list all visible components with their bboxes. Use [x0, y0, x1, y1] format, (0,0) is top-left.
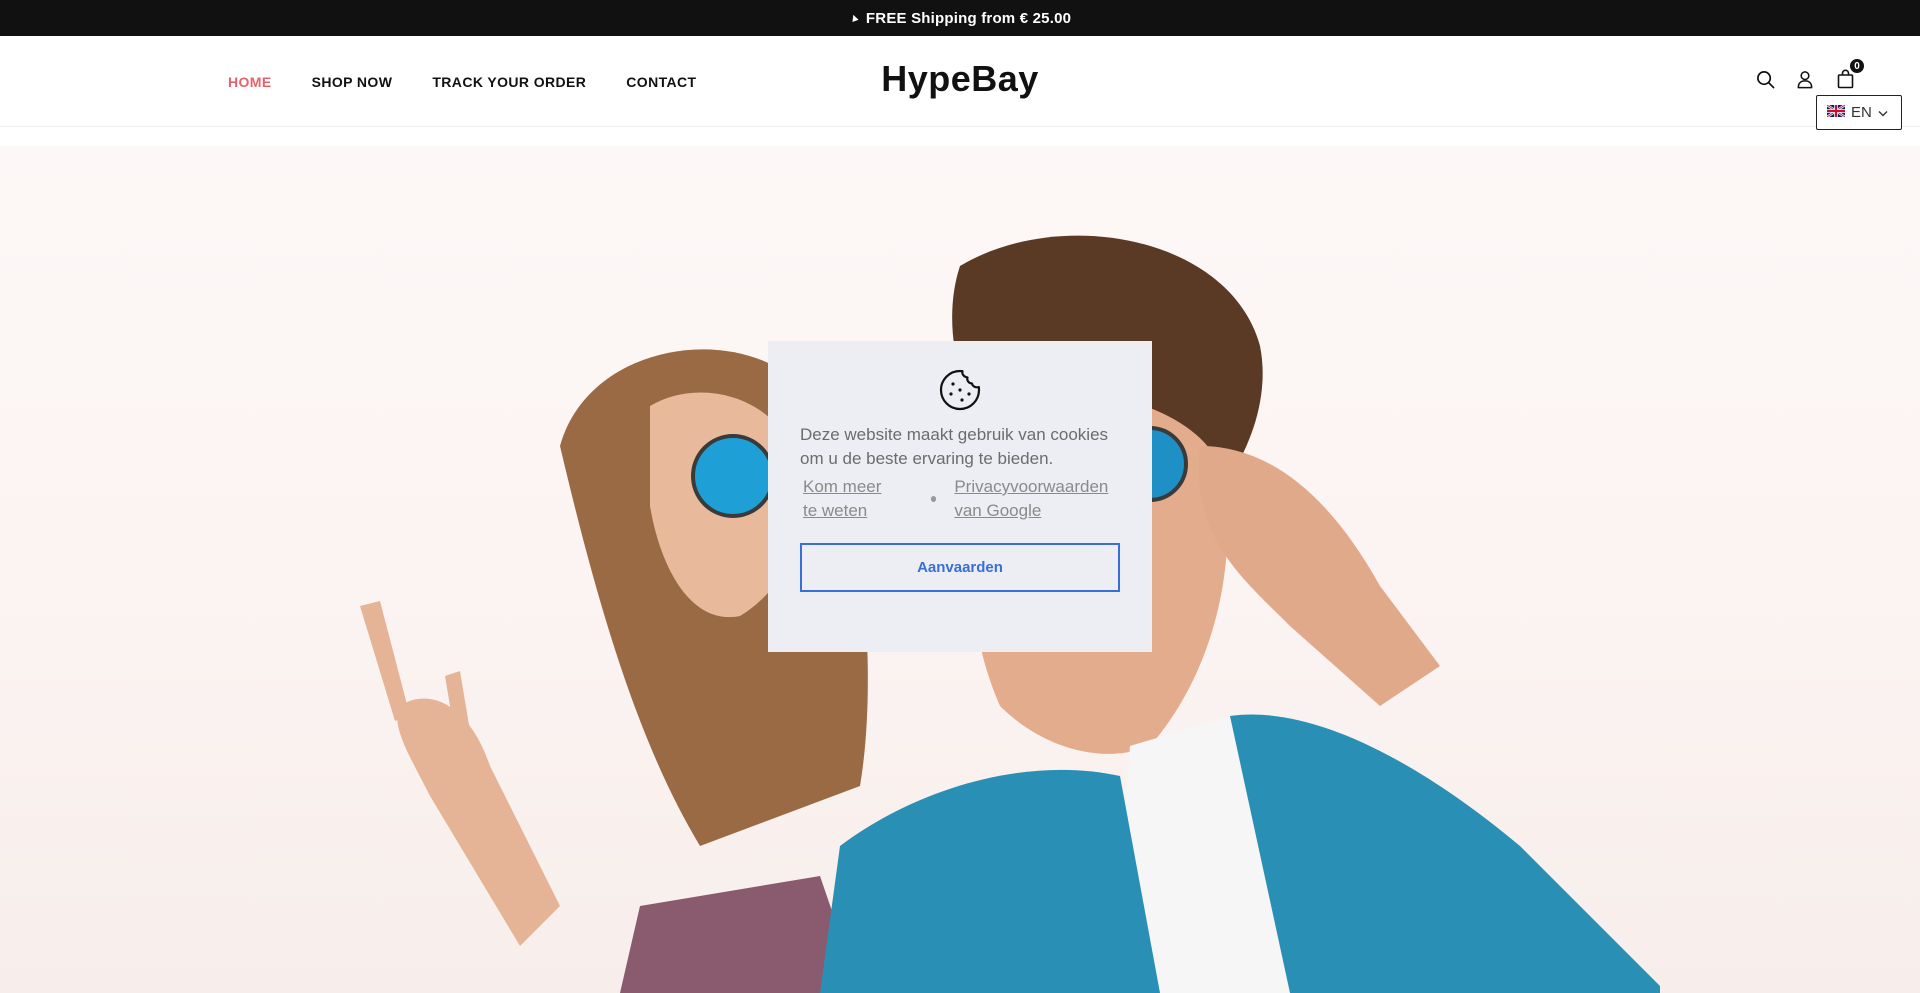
- site-header: HOME SHOP NOW TRACK YOUR ORDER CONTACT H…: [0, 36, 1920, 127]
- cart-count-badge: 0: [1849, 58, 1865, 74]
- language-selector[interactable]: EN: [1816, 95, 1902, 130]
- cookie-links: Kom meer te weten Privacyvoorwaarden van…: [800, 475, 1120, 523]
- shopping-bag-icon[interactable]: 0: [1834, 58, 1865, 90]
- link-separator-dot: [930, 496, 937, 502]
- accept-cookies-button[interactable]: Aanvaarden: [800, 543, 1120, 592]
- cookie-icon: [800, 369, 1120, 411]
- header-icons: 0: [1754, 58, 1865, 90]
- search-icon[interactable]: [1754, 68, 1776, 90]
- announcement-bar: ▲ FREE Shipping from € 25.00: [0, 0, 1920, 36]
- cookie-consent-banner: Deze website maakt gebruik van cookies o…: [768, 341, 1152, 652]
- user-icon[interactable]: [1794, 68, 1816, 90]
- language-label: EN: [1851, 104, 1872, 121]
- announcement-text: FREE Shipping from € 25.00: [865, 9, 1072, 27]
- google-privacy-link[interactable]: Privacyvoorwaarden van Google: [954, 475, 1120, 523]
- uk-flag-icon: [1826, 104, 1846, 121]
- learn-more-link[interactable]: Kom meer te weten: [803, 475, 898, 523]
- cookie-message: Deze website maakt gebruik van cookies o…: [800, 425, 1109, 468]
- chevron-down-icon: [1878, 104, 1888, 121]
- paper-plane-icon: ▲: [847, 10, 862, 26]
- site-logo[interactable]: HypeBay: [0, 58, 1920, 100]
